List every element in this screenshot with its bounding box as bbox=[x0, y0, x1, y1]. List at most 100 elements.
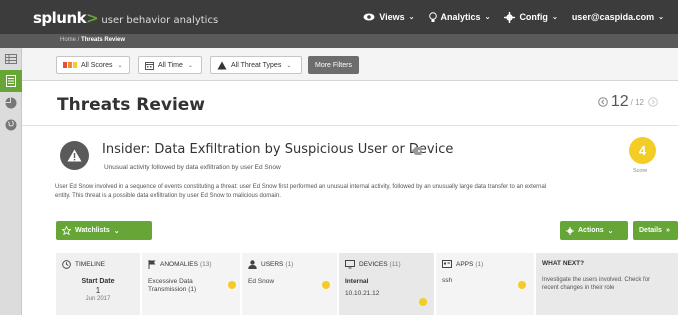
actions-label: Actions bbox=[578, 227, 604, 234]
scores-filter[interactable]: All Scores ⌄ bbox=[56, 56, 130, 74]
apps-header: APPS (1) bbox=[442, 260, 528, 268]
sidebar-item-threats[interactable] bbox=[0, 70, 22, 92]
sidebar-item-grid[interactable] bbox=[0, 48, 22, 70]
config-menu[interactable]: Config ⌄ bbox=[504, 11, 558, 23]
start-date-day: 1 bbox=[95, 286, 101, 295]
scores-filter-label: All Scores bbox=[81, 61, 113, 69]
eye-icon bbox=[363, 13, 375, 21]
breadcrumb-home[interactable]: Home bbox=[60, 37, 76, 43]
score-bars-icon bbox=[63, 62, 77, 68]
devices-header: DEVICES (11) bbox=[345, 260, 428, 269]
flag-icon bbox=[148, 260, 156, 269]
pager-total: / 12 bbox=[630, 97, 644, 107]
analytics-label: Analytics bbox=[440, 12, 481, 22]
devices-count: (11) bbox=[389, 261, 401, 268]
chevron-down-icon: ⌄ bbox=[607, 227, 614, 235]
app-score-badge bbox=[518, 281, 526, 289]
sidebar-item-reports[interactable] bbox=[0, 92, 22, 114]
devices-title: DEVICES bbox=[359, 261, 388, 268]
more-filters-button[interactable]: More Filters bbox=[308, 56, 359, 74]
views-menu[interactable]: Views ⌄ bbox=[363, 12, 415, 22]
monitor-icon bbox=[345, 260, 355, 269]
apps-card[interactable]: APPS (1) ssh bbox=[436, 253, 536, 315]
threat-title: Insider: Data Exfiltration by Suspicious… bbox=[102, 142, 454, 157]
user-menu[interactable]: user@caspida.com ⌄ bbox=[572, 12, 664, 22]
threat-types-filter-label: All Threat Types bbox=[231, 61, 282, 69]
pie-chart-icon bbox=[5, 97, 17, 109]
anomalies-header: ANOMALIES (13) bbox=[148, 260, 234, 269]
time-filter[interactable]: All Time ⌄ bbox=[138, 56, 202, 74]
top-nav-bar: splunk> user behavior analytics Views ⌄ A… bbox=[0, 0, 678, 34]
watchlists-label: Watchlists bbox=[75, 227, 110, 234]
threat-pager: 12 / 12 bbox=[598, 93, 658, 111]
threat-score: 4 bbox=[629, 137, 656, 164]
clock-icon bbox=[62, 260, 71, 269]
anomalies-count: (13) bbox=[199, 261, 212, 268]
timeline-card[interactable]: TIMELINE Start Date 1 Jun 2017 bbox=[56, 253, 142, 315]
threat-alert-icon bbox=[60, 141, 89, 170]
user-item[interactable]: Ed Snow bbox=[248, 278, 331, 285]
users-header: USERS (1) bbox=[248, 260, 331, 269]
device-group-label: Internal bbox=[345, 278, 369, 285]
brand-chevron: > bbox=[86, 9, 99, 27]
warning-icon bbox=[67, 149, 82, 162]
globe-icon bbox=[5, 119, 17, 131]
threat-types-filter[interactable]: All Threat Types ⌄ bbox=[210, 56, 302, 74]
watchlists-button[interactable]: Watchlists ⌄ bbox=[56, 221, 152, 240]
app-item[interactable]: ssh bbox=[442, 277, 528, 284]
anomalies-card[interactable]: ANOMALIES (13) Excessive Data Transmissio… bbox=[142, 253, 242, 315]
users-count: (1) bbox=[285, 261, 294, 268]
left-sidebar bbox=[0, 48, 22, 315]
chevron-down-icon: ⌄ bbox=[408, 14, 415, 21]
apps-title: APPS bbox=[456, 260, 474, 268]
device-item[interactable]: 10.10.21.12 bbox=[345, 290, 428, 297]
anomaly-item[interactable]: Excessive Data Transmission (1) bbox=[148, 278, 220, 294]
apps-icon bbox=[442, 260, 452, 268]
users-title: USERS bbox=[261, 261, 284, 268]
previous-icon[interactable] bbox=[598, 97, 608, 107]
start-date-month: Jun 2017 bbox=[85, 296, 111, 302]
anomaly-score-badge bbox=[228, 281, 236, 289]
users-card[interactable]: USERS (1) Ed Snow bbox=[242, 253, 339, 315]
actions-button[interactable]: Actions ⌄ bbox=[560, 221, 628, 240]
page-title: Threats Review bbox=[57, 95, 206, 115]
timeline-title: TIMELINE bbox=[75, 261, 105, 268]
top-nav-menu: Views ⌄ Analytics ⌄ Config ⌄ user@caspida.c… bbox=[363, 0, 678, 34]
pager-current: 12 bbox=[610, 93, 629, 110]
splunk-logo[interactable]: splunk> user behavior analytics bbox=[33, 9, 218, 27]
timeline-header: TIMELINE bbox=[62, 260, 134, 269]
what-next-title: WHAT NEXT? bbox=[542, 260, 585, 267]
tag-icon[interactable] bbox=[411, 146, 422, 156]
chevron-down-icon: ⌄ bbox=[551, 14, 558, 21]
details-button[interactable]: Details» bbox=[633, 221, 678, 240]
filter-bar: All Scores ⌄ All Time ⌄ All Threat Types ⌄ … bbox=[22, 48, 678, 81]
devices-card[interactable]: DEVICES (11) Internal 10.10.21.12 bbox=[339, 253, 436, 315]
chevron-down-icon: ⌄ bbox=[117, 62, 123, 69]
chevron-down-icon: ⌄ bbox=[484, 14, 491, 21]
threat-subtitle: Unusual activity followed by data exfilt… bbox=[104, 164, 281, 171]
what-next-text: Investigate the users involved. Check fo… bbox=[542, 277, 651, 291]
brand-product: user behavior analytics bbox=[98, 15, 219, 26]
title-divider bbox=[22, 125, 678, 126]
what-next-card: WHAT NEXT? Investigate the users involve… bbox=[536, 253, 678, 315]
brand-name: splunk bbox=[33, 9, 87, 27]
next-icon[interactable] bbox=[648, 97, 658, 107]
user-email: user@caspida.com bbox=[571, 12, 655, 22]
threat-description: User Ed Snow involved in a sequence of e… bbox=[55, 184, 547, 199]
device-score-badge bbox=[419, 298, 427, 306]
start-date-label: Start Date bbox=[81, 278, 115, 285]
anomalies-title: ANOMALIES bbox=[160, 261, 198, 268]
chevron-down-icon: ⌄ bbox=[113, 227, 120, 235]
threat-summary-cards: TIMELINE Start Date 1 Jun 2017 ANOMALIES… bbox=[56, 253, 678, 315]
apps-count: (1) bbox=[475, 260, 484, 268]
details-label: Details bbox=[639, 227, 662, 234]
analytics-menu[interactable]: Analytics ⌄ bbox=[428, 11, 491, 23]
sidebar-item-map[interactable] bbox=[0, 114, 22, 136]
user-icon bbox=[248, 260, 257, 269]
score-label: Score bbox=[633, 168, 648, 174]
breadcrumb-bar: Home / Threats Review bbox=[0, 34, 678, 48]
warning-icon bbox=[217, 61, 227, 69]
document-icon bbox=[6, 75, 16, 87]
views-label: Views bbox=[379, 12, 405, 22]
breadcrumb-current: Threats Review bbox=[81, 37, 126, 43]
